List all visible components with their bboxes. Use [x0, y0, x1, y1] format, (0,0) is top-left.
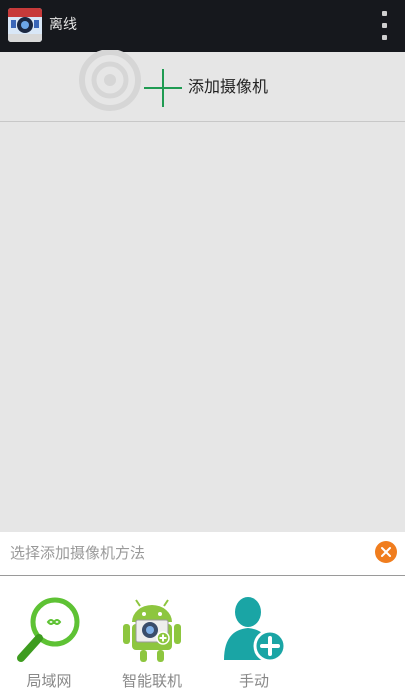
option-manual[interactable]: 手动 [214, 590, 294, 694]
option-lan[interactable]: 局域网 [9, 590, 89, 694]
camera-app-logo-icon[interactable] [8, 8, 42, 42]
option-label: 智能联机 [121, 672, 182, 690]
camera-list-area: 添加摄像机 [0, 49, 405, 532]
app-bar: 离线 [0, 0, 405, 52]
lan-search-icon [15, 594, 83, 664]
option-label: 手动 [238, 672, 269, 690]
add-method-sheet: 选择添加摄像机方法 局域网 智能联机 手动 [0, 532, 405, 700]
sheet-header: 选择添加摄像机方法 [0, 532, 405, 576]
plus-icon[interactable] [144, 69, 182, 107]
close-icon[interactable] [375, 541, 397, 563]
android-camera-icon [118, 594, 186, 664]
camera-watermark-icon [74, 49, 146, 122]
add-camera-row[interactable]: 添加摄像机 [0, 49, 405, 122]
overflow-menu-icon[interactable] [377, 10, 391, 42]
option-smart-connect[interactable]: 智能联机 [112, 590, 192, 694]
option-label: 局域网 [26, 672, 72, 690]
sheet-title: 选择添加摄像机方法 [10, 544, 146, 562]
connection-status-title: 离线 [49, 17, 77, 33]
add-user-icon [220, 594, 288, 664]
add-camera-label[interactable]: 添加摄像机 [188, 76, 268, 98]
